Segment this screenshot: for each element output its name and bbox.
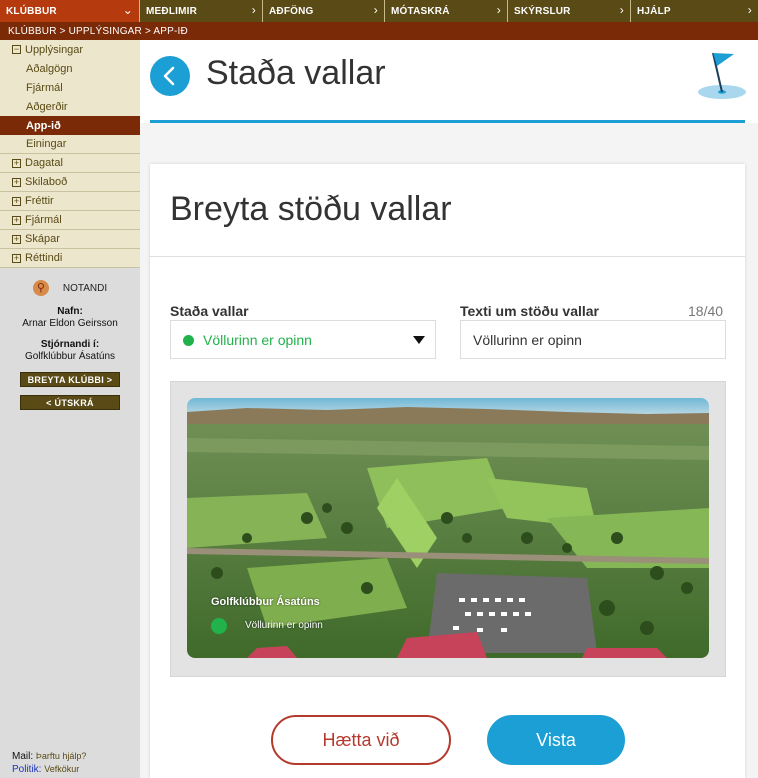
sidebar-item-label: App-ið — [26, 119, 61, 132]
sidebar-footer: Mail: Þarftu hjálp? Politik: Vefkökur — [12, 750, 86, 776]
sidebar-item-skilabod[interactable]: + Skilaboð — [0, 173, 140, 192]
chevron-right-icon: › — [496, 3, 501, 17]
expand-icon[interactable]: + — [12, 158, 21, 168]
header-divider — [150, 120, 745, 123]
status-select[interactable]: Völlurinn er opinn — [170, 320, 436, 359]
help-link[interactable]: Þarftu hjálp? — [36, 751, 87, 761]
status-select-value: Völlurinn er opinn — [203, 332, 312, 348]
sidebar-item-label: Fjármál — [26, 81, 63, 94]
status-text-label: Texti um stöðu vallar — [460, 303, 599, 319]
expand-icon[interactable]: + — [12, 234, 21, 244]
sidebar-item-dagatal[interactable]: + Dagatal — [0, 154, 140, 173]
sidebar-item-label: Skilaboð — [25, 176, 68, 188]
nav-item-skyrslur[interactable]: SKÝRSLUR › — [508, 0, 631, 22]
nav-item-label: MÓTASKRÁ — [391, 5, 450, 17]
change-club-button[interactable]: BREYTA KLÚBBI > — [20, 372, 120, 387]
sidebar-item-app[interactable]: App-ið — [0, 116, 140, 135]
chevron-right-icon: › — [251, 3, 256, 17]
sidebar-item-frettir[interactable]: + Fréttir — [0, 192, 140, 211]
sidebar-item-adalgogn[interactable]: Aðalgögn — [0, 59, 140, 78]
sidebar: − Upplýsingar Aðalgögn Fjármál Aðgerðir … — [0, 40, 140, 778]
save-button[interactable]: Vista — [487, 715, 625, 765]
sidebar-item-label: Fjármál — [25, 214, 62, 226]
course-aerial-image — [187, 398, 709, 658]
nav-item-adfong[interactable]: AÐFÖNG › — [263, 0, 385, 22]
sidebar-item-fjarmal[interactable]: + Fjármál — [0, 211, 140, 230]
sidebar-item-label: Skápar — [25, 233, 60, 245]
back-button[interactable] — [150, 56, 190, 96]
nav-item-label: KLÚBBUR — [6, 5, 57, 17]
chevron-right-icon: › — [373, 3, 378, 17]
breadcrumb-text: KLÚBBUR > UPPLÝSINGAR > APP-IÐ — [8, 25, 188, 37]
sidebar-item-label: Dagatal — [25, 157, 63, 169]
admin-label: Stjórnandi í: — [40, 339, 100, 350]
cookies-link[interactable]: Vefkökur — [44, 764, 79, 774]
mail-label: Mail: — [12, 751, 34, 762]
sidebar-item-label: Fréttir — [25, 195, 54, 207]
sidebar-item-label: Upplýsingar — [25, 43, 84, 56]
user-icon: ⚲ — [32, 280, 49, 296]
expand-icon[interactable]: + — [12, 177, 21, 187]
breadcrumb: KLÚBBUR > UPPLÝSINGAR > APP-IÐ — [0, 22, 758, 40]
user-panel: ⚲ NOTANDI Nafn: Arnar Eldon Geirsson Stj… — [0, 268, 140, 410]
golf-flag-icon — [698, 52, 746, 99]
collapse-icon[interactable]: − — [12, 45, 21, 54]
sidebar-item-upplysingar[interactable]: − Upplýsingar — [0, 40, 140, 59]
sidebar-item-label: Aðalgögn — [26, 62, 73, 75]
chevron-left-icon — [163, 66, 175, 86]
sidebar-item-fjarmal-sub[interactable]: Fjármál — [0, 78, 140, 97]
policy-label: Politik: — [12, 764, 42, 775]
preview-club-name: Golfklúbbur Ásatúns — [211, 596, 320, 608]
sidebar-menu: − Upplýsingar Aðalgögn Fjármál Aðgerðir … — [0, 40, 140, 268]
nav-item-motaskra[interactable]: MÓTASKRÁ › — [385, 0, 508, 22]
nav-item-label: AÐFÖNG — [269, 5, 314, 17]
chevron-right-icon: › — [619, 3, 624, 17]
nav-item-label: MEÐLIMIR — [146, 5, 198, 17]
status-dot-icon — [183, 335, 194, 346]
sidebar-item-skapar[interactable]: + Skápar — [0, 230, 140, 249]
edit-status-card: Breyta stöðu vallar Staða vallar Völluri… — [150, 164, 745, 778]
user-header: ⚲ NOTANDI — [0, 280, 140, 296]
sidebar-item-rettindi[interactable]: + Réttindi — [0, 249, 140, 268]
admin-club: Golfklúbbur Ásatúns — [24, 351, 116, 362]
nav-item-medlimir[interactable]: MEÐLIMIR › — [140, 0, 263, 22]
card-divider — [150, 256, 745, 257]
sidebar-item-label: Réttindi — [25, 252, 63, 264]
nav-item-klubbur[interactable]: KLÚBBUR ⌄ — [0, 0, 140, 22]
sidebar-item-einingar[interactable]: Einingar — [0, 135, 140, 154]
expand-icon[interactable]: + — [12, 215, 21, 225]
status-text-input[interactable] — [460, 320, 726, 359]
nav-item-label: SKÝRSLUR — [514, 5, 571, 17]
user-name-label: Nafn: — [57, 306, 83, 317]
nav-item-hjalp[interactable]: HJÁLP › — [631, 0, 758, 22]
user-name: Arnar Eldon Geirsson — [22, 318, 118, 329]
preview-status-text: Völlurinn er opinn — [245, 620, 323, 631]
preview-status-dot-icon — [211, 618, 227, 634]
status-label: Staða vallar — [170, 303, 249, 319]
course-photo: Golfklúbbur Ásatúns Völlurinn er opinn — [187, 398, 709, 658]
page-header: Staða vallar — [140, 40, 758, 123]
cancel-button[interactable]: Hætta við — [271, 715, 451, 765]
sidebar-item-label: Einingar — [26, 138, 67, 150]
sidebar-item-label: Aðgerðir — [26, 100, 68, 113]
user-heading: NOTANDI — [62, 282, 108, 294]
main-content: Staða vallar Breyta stöðu vallar Staða v… — [140, 40, 758, 778]
sidebar-item-adgerdir[interactable]: Aðgerðir — [0, 97, 140, 116]
page-title: Staða vallar — [206, 54, 386, 92]
chevron-right-icon: › — [747, 3, 752, 17]
card-title: Breyta stöðu vallar — [170, 190, 452, 228]
top-navigation: KLÚBBUR ⌄ MEÐLIMIR › AÐFÖNG › MÓTASKRÁ ›… — [0, 0, 758, 22]
caret-down-icon — [413, 336, 425, 344]
char-counter: 18/40 — [688, 303, 724, 319]
expand-icon[interactable]: + — [12, 196, 21, 206]
chevron-down-icon: ⌄ — [122, 3, 133, 17]
nav-item-label: HJÁLP — [637, 5, 671, 17]
app-preview: Golfklúbbur Ásatúns Völlurinn er opinn — [170, 381, 726, 677]
logout-button[interactable]: < ÚTSKRÁ — [20, 395, 120, 410]
expand-icon[interactable]: + — [12, 253, 21, 263]
